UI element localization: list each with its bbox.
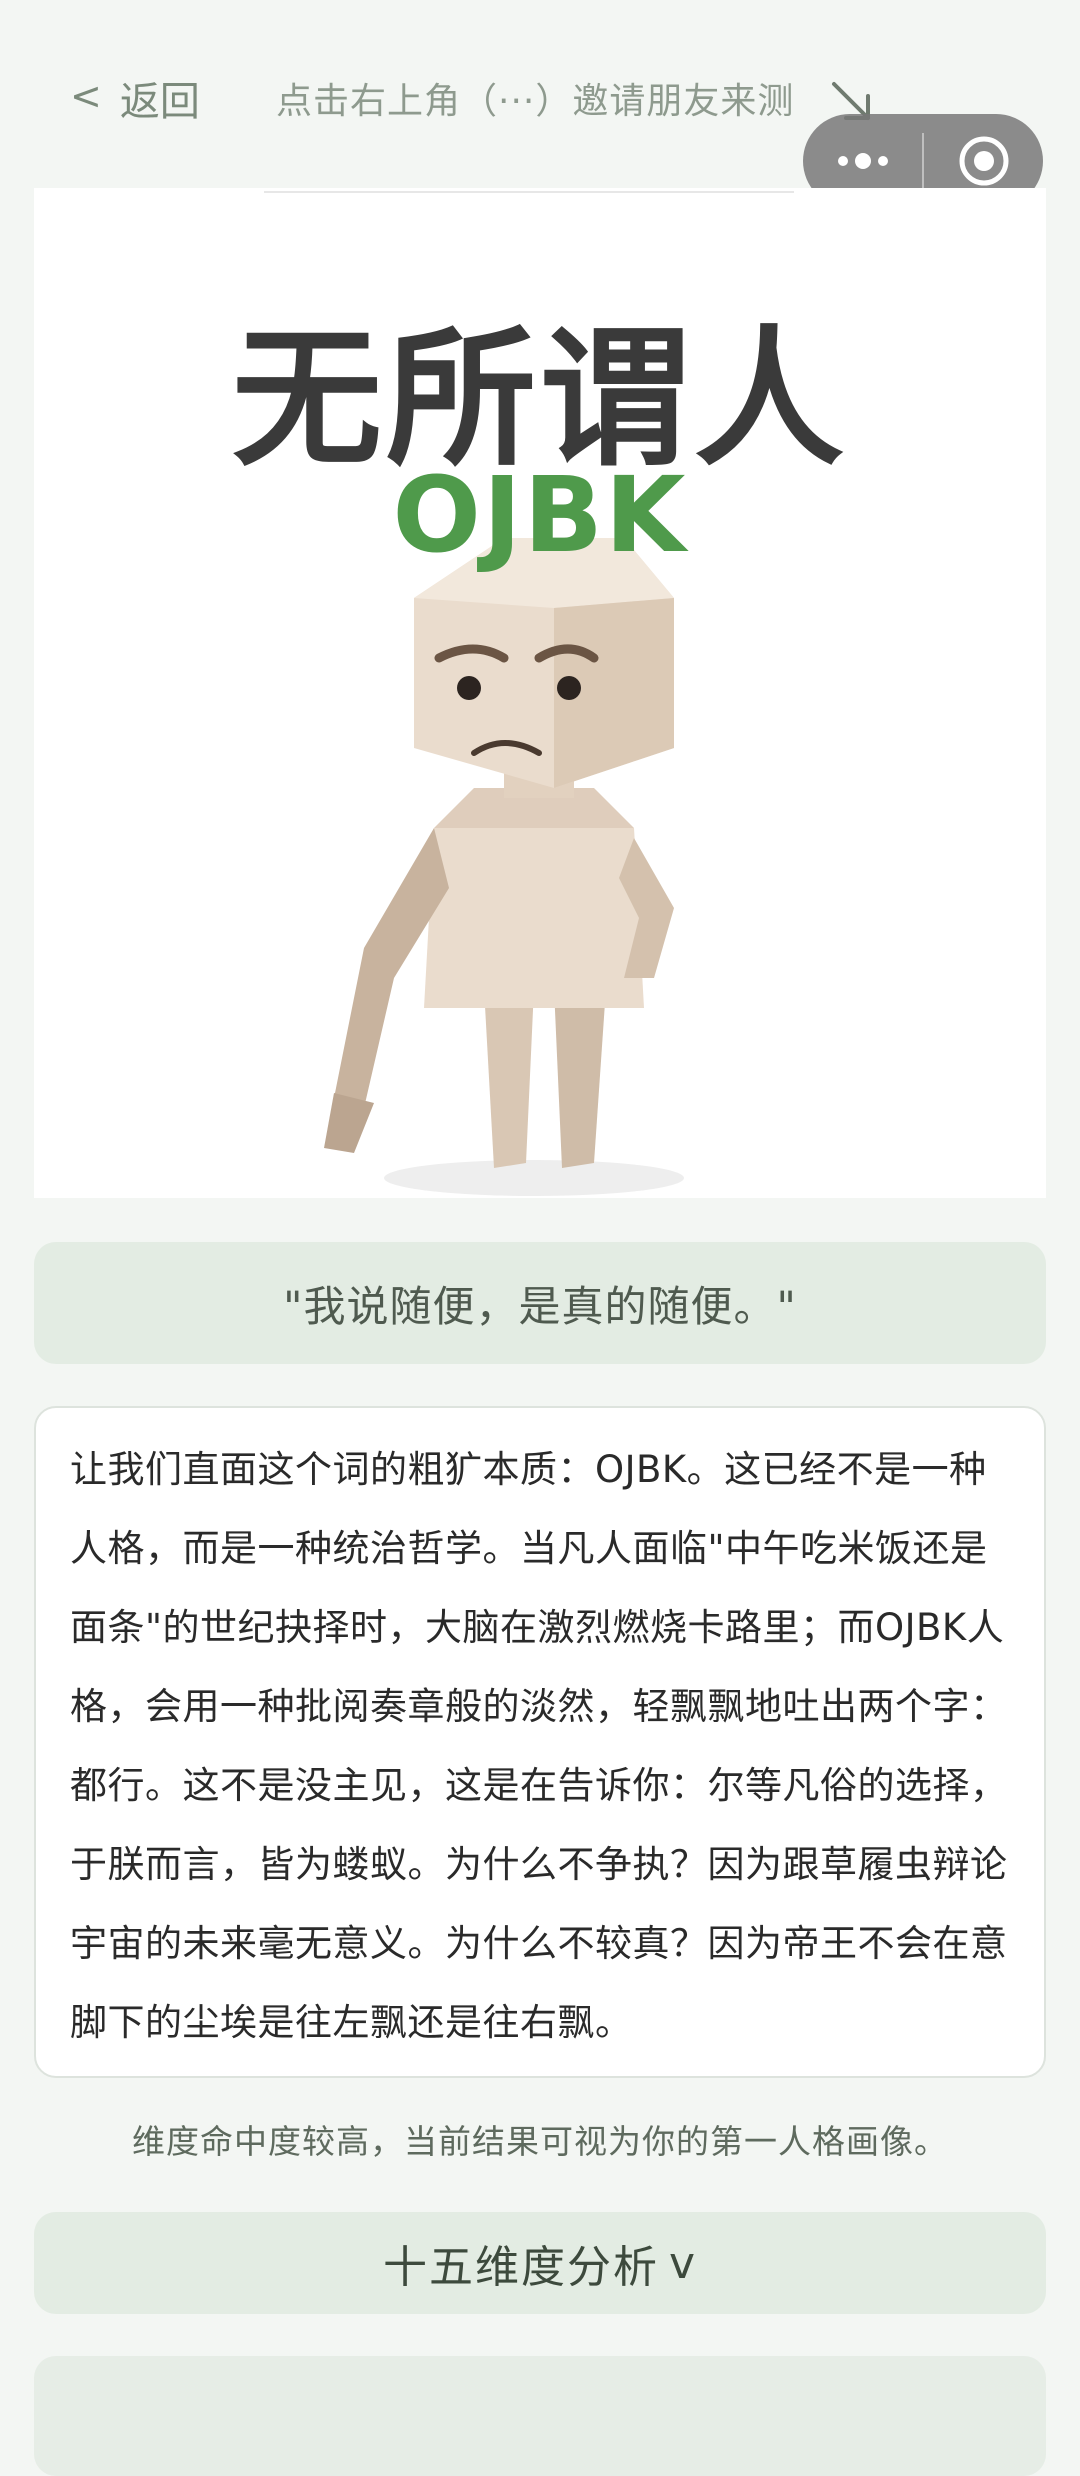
personality-type-code: OJBK (392, 454, 688, 576)
result-illustration: 无所谓人 OJBK (34, 188, 1046, 1198)
back-label: 返回 (119, 79, 200, 125)
chevron-down-icon: v (668, 2237, 698, 2289)
invite-hint-text: 点击右上角（···）邀请朋友来测 (276, 81, 795, 122)
back-button[interactable]: < 返回 (70, 70, 200, 126)
personality-quote: "我说随便，是真的随便。" (34, 1242, 1046, 1364)
dimension-analysis-card (34, 2356, 1046, 2476)
match-summary-text: 维度命中度较高，当前结果可视为你的第一人格画像。 (132, 2122, 948, 2161)
dimension-analysis-toggle[interactable]: 十五维度分析 v (34, 2212, 1046, 2314)
description-text: 让我们直面这个词的粗犷本质：OJBK。这已经不是一种人格，而是一种统治哲学。当凡… (70, 1448, 1008, 2044)
chevron-left-icon: < (70, 74, 102, 118)
dimension-analysis-label: 十五维度分析 (382, 2242, 659, 2293)
more-dots-icon (837, 153, 888, 169)
target-close-icon (959, 136, 1008, 186)
description-card: 让我们直面这个词的粗犷本质：OJBK。这已经不是一种人格，而是一种统治哲学。当凡… (34, 1406, 1046, 2078)
